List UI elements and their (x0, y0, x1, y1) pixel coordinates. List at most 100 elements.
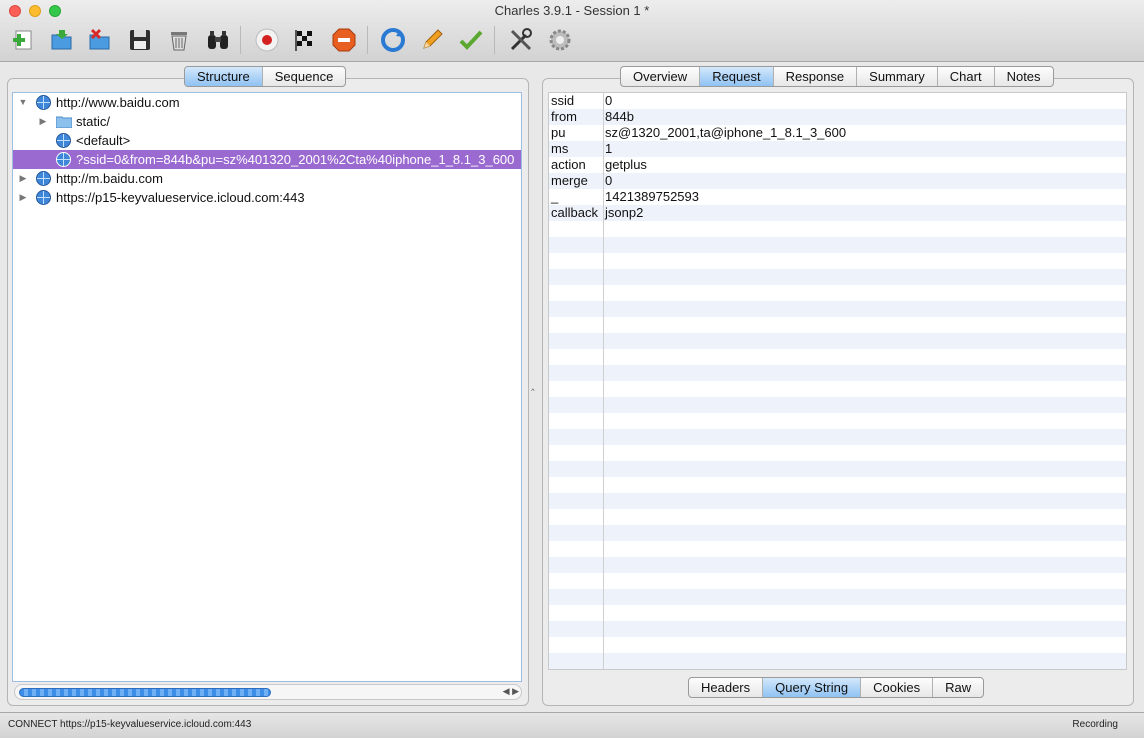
tab-structure[interactable]: Structure (185, 67, 263, 86)
scrollbar-thumb[interactable] (19, 688, 271, 697)
open-icon (51, 30, 72, 50)
param-value: 1 (605, 141, 613, 156)
param-value: 0 (605, 173, 613, 188)
close-session-button[interactable] (86, 26, 114, 54)
tab-notes[interactable]: Notes (995, 67, 1053, 86)
tab-overview[interactable]: Overview (621, 67, 701, 86)
tree-row-label: https://p15-keyvalueservice.icloud.com:4… (56, 190, 305, 205)
empty-table-row (549, 285, 1126, 301)
new-session-icon (13, 30, 32, 50)
record-icon (255, 28, 279, 52)
table-row[interactable]: from 844b (549, 109, 1126, 125)
gear-icon (549, 29, 571, 51)
breakpoints-button[interactable] (330, 26, 358, 54)
globe-icon (56, 152, 71, 167)
edit-button[interactable] (418, 26, 446, 54)
tree-host-icloud[interactable]: ▶ https://p15-keyvalueservice.icloud.com… (13, 188, 521, 207)
empty-table-row (549, 349, 1126, 365)
tab-response[interactable]: Response (774, 67, 858, 86)
recording-status: Recording (1072, 719, 1118, 730)
param-value: jsonp2 (605, 205, 644, 220)
throttle-button[interactable] (291, 26, 319, 54)
checkered-flag-icon (295, 30, 312, 51)
param-value: getplus (605, 157, 647, 172)
request-view-tabs: Headers Query String Cookies Raw (688, 677, 985, 698)
record-button[interactable] (253, 26, 281, 54)
tree-host-m-baidu[interactable]: ▶ http://m.baidu.com (13, 169, 521, 188)
horizontal-scrollbar[interactable]: ◀ ▶ (14, 684, 522, 700)
new-session-button[interactable] (10, 26, 38, 54)
tab-request[interactable]: Request (700, 67, 774, 86)
title-bar: Charles 3.9.1 - Session 1 * (0, 0, 1144, 62)
empty-table-row (549, 253, 1126, 269)
tree-folder-static[interactable]: ▶ static/ (13, 112, 521, 131)
table-row[interactable]: callback jsonp2 (549, 205, 1126, 221)
query-string-table: ssid 0 from 844b pu sz@1320_2001,ta@iphone_… (548, 92, 1127, 670)
table-row[interactable]: ssid 0 (549, 93, 1126, 109)
column-divider[interactable] (603, 93, 604, 669)
empty-table-row (549, 413, 1126, 429)
open-session-button[interactable] (48, 26, 76, 54)
save-button[interactable] (126, 26, 154, 54)
scroll-arrows-icon[interactable]: ◀ ▶ (503, 686, 519, 697)
empty-table-row (549, 653, 1126, 669)
empty-table-row (549, 445, 1126, 461)
tab-raw[interactable]: Raw (933, 678, 983, 697)
globe-icon (56, 133, 71, 148)
tree-item-query-selected[interactable]: ?ssid=0&from=844b&pu=sz%401320_2001%2Cta… (13, 150, 521, 169)
table-row[interactable]: _ 1421389752593 (549, 189, 1126, 205)
empty-table-row (549, 365, 1126, 381)
toolbar-separator (367, 26, 368, 54)
globe-icon (36, 95, 51, 110)
param-value: 1421389752593 (605, 189, 699, 204)
checkmark-icon (459, 30, 483, 50)
empty-table-row (549, 333, 1126, 349)
collapsed-triangle-icon[interactable]: ▶ (17, 188, 29, 207)
tab-cookies[interactable]: Cookies (861, 678, 934, 697)
validate-button[interactable] (457, 26, 485, 54)
tree-host-baidu[interactable]: ▼ http://www.baidu.com (13, 93, 521, 112)
collapsed-triangle-icon[interactable]: ▶ (17, 169, 29, 188)
table-row[interactable]: ms 1 (549, 141, 1126, 157)
empty-table-row (549, 605, 1126, 621)
empty-table-row (549, 557, 1126, 573)
tab-sequence[interactable]: Sequence (263, 67, 346, 86)
tree-item-default[interactable]: <default> (13, 131, 521, 150)
table-row[interactable]: merge 0 (549, 173, 1126, 189)
tools-button[interactable] (507, 26, 535, 54)
param-value: 0 (605, 93, 613, 108)
collapsed-triangle-icon[interactable]: ▶ (37, 112, 49, 131)
tab-query-string[interactable]: Query String (763, 678, 862, 697)
param-key: callback (551, 205, 598, 220)
pencil-icon (423, 29, 443, 49)
left-view-tabs: Structure Sequence (184, 66, 347, 87)
split-pane-divider[interactable]: ‸ (531, 378, 535, 391)
param-key: action (551, 157, 586, 172)
empty-table-row (549, 589, 1126, 605)
clear-button[interactable] (165, 26, 193, 54)
param-key: from (551, 109, 577, 124)
param-key: _ (551, 189, 559, 204)
empty-table-row (549, 525, 1126, 541)
expanded-triangle-icon[interactable]: ▼ (17, 93, 29, 112)
empty-table-row (549, 221, 1126, 237)
globe-icon (36, 190, 51, 205)
tab-summary[interactable]: Summary (857, 67, 938, 86)
tree-row-label: http://m.baidu.com (56, 171, 163, 186)
find-button[interactable] (204, 26, 232, 54)
empty-table-row (549, 269, 1126, 285)
tab-headers[interactable]: Headers (689, 678, 764, 697)
empty-table-row (549, 429, 1126, 445)
empty-table-row (549, 397, 1126, 413)
table-row[interactable]: action getplus (549, 157, 1126, 173)
tab-chart[interactable]: Chart (938, 67, 995, 86)
tree-row-label: http://www.baidu.com (56, 95, 180, 110)
repeat-button[interactable] (379, 26, 407, 54)
param-key: ssid (551, 93, 575, 108)
settings-button[interactable] (546, 26, 574, 54)
param-key: ms (551, 141, 569, 156)
table-row[interactable]: pu sz@1320_2001,ta@iphone_1_8.1_3_600 (549, 125, 1126, 141)
stop-sign-icon (332, 28, 356, 52)
window-title: Charles 3.9.1 - Session 1 * (494, 3, 650, 18)
structure-tree: ▼ http://www.baidu.com ▶ static/ <defaul… (12, 92, 522, 682)
